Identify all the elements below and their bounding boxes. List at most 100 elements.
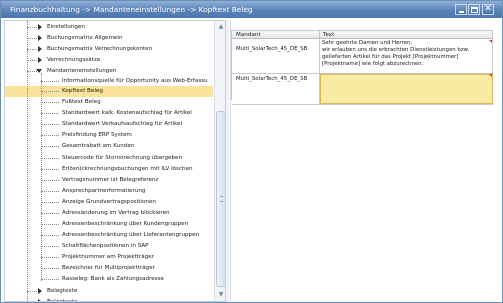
minimize-icon [459,11,464,13]
tree-connector [41,191,59,192]
tree-connector [41,124,59,125]
tree-item[interactable]: Buchungsmatrix Verrechnungskonten [5,44,213,55]
column-header-mandant[interactable]: Mandant [236,32,261,39]
tree-item[interactable]: Erlösrückrechnungsbuchungen mit ILV lösc… [5,164,213,175]
scroll-up-icon[interactable]: ▲ [216,22,225,32]
collapsed-arrow-icon[interactable] [38,288,42,294]
tree-connector [41,268,59,269]
mandant-text-grid: Mandant Text Multi_SolarTech_45_DE_SB Se… [231,30,493,105]
tree-connector [41,135,59,136]
required-marker-icon [489,74,492,77]
scroll-thumb[interactable] [216,111,225,287]
tree-item-label: Buchungsmatrix Verrechnungskonten [47,46,153,52]
tree-item[interactable]: Standardwert kalk. Kostenaufschlag für A… [5,108,213,119]
tree-connector [41,224,59,225]
tree-item[interactable]: Projektnummer am Projektträger [5,252,213,263]
tree-connector [41,180,59,181]
tree-item[interactable]: Kopftext Beleg [5,86,213,97]
maximize-icon [471,7,478,13]
tree-item-label: Belegtexte [47,288,78,294]
required-marker-icon [489,40,492,43]
tree-connector [27,291,37,292]
row-1-text-line: wir erlauben uns die erbrachten Dienstle… [322,47,470,53]
tree-connector [41,158,59,159]
tree-item-label: Steuercode für Stornorechnung übergeben [62,155,183,161]
tree-item[interactable]: Verrechnungssätze [5,55,213,66]
tree-item-label: Standardwert kalk. Kostenaufschlag für A… [62,110,192,116]
tree-item[interactable]: Preisfindung ERP System [5,130,213,141]
column-header-text[interactable]: Text [323,32,334,39]
collapsed-arrow-icon[interactable] [38,46,42,52]
scroll-down-icon[interactable]: ▼ [216,290,225,300]
tree-item-label: Gesamtrabatt am Kunden [62,143,135,149]
collapsed-arrow-icon[interactable] [38,299,42,301]
tree-connector [41,102,59,103]
tree-item[interactable]: Steuercode für Stornorechnung übergeben [5,153,213,164]
main-window: Finanzbuchhaltung -> Mandanteneinstellun… [0,0,503,303]
tree-item-label: Informationsquelle für Opportunity aus W… [62,78,208,84]
tree-item[interactable]: Ansprechpartnerformatierung [5,186,213,197]
pane-splitter[interactable] [226,20,229,302]
tree-item-label: Schaltflächenpositionen in SAP [62,243,149,249]
row-2-mandant[interactable]: Multi_SolarTech_45_DE_SB [236,76,307,83]
tree-connector [41,246,59,247]
row-2-text-editor[interactable] [320,74,493,104]
row-1-text-line: [Projektname] wie folgt abzurechnen: [322,61,424,67]
row-1-mandant[interactable]: Multi_SolarTech_45_DE_SB [236,46,307,53]
tree-item[interactable]: Adressenbeschränkung über Kundengruppen [5,219,213,230]
tree-item-label: Adressenbeschränkung über Lieferantengru… [62,232,200,238]
tree-item[interactable]: Standardwert Verkaufsaufschlag für Artik… [5,119,213,130]
grip-icon [220,196,223,202]
tree-item[interactable]: Adressänderung im Vertrag blockieren [5,208,213,219]
tree-item[interactable]: Gesamtrabatt am Kunden [5,141,213,152]
tree-item-label: Anzeige Grundvertragspositionen [62,199,156,205]
tree-item-label: Erlösrückrechnungsbuchungen mit ILV lösc… [62,166,193,172]
tree-item-label: Standardwert Verkaufsaufschlag für Artik… [62,121,183,127]
tree-connector [41,169,59,170]
collapsed-arrow-icon[interactable] [38,24,42,30]
row-1-text[interactable]: Sehr geehrte Damen und Herren, wir erlau… [322,40,491,73]
tree-item[interactable]: Belegtexte [5,286,213,297]
tree-guide-line [41,73,42,281]
tree-item-label: Ansprechpartnerformatierung [62,188,146,194]
tree-connector [41,213,59,214]
tree-item[interactable]: Fußtext Beleg [5,97,213,108]
window-title: Finanzbuchhaltung -> Mandanteneinstellun… [10,5,253,14]
tree-connector [27,60,37,61]
tree-guide-line [27,21,28,301]
tree-item-label: Kopftext Beleg [62,88,103,94]
tree-item-label: Preisfindung ERP System [62,132,132,138]
tree-item-label: Adressänderung im Vertrag blockieren [62,210,170,216]
row-1-text-line: Sehr geehrte Damen und Herren, [322,40,413,46]
tree-connector [41,257,59,258]
close-icon: ✕ [484,4,492,14]
tree-connector [27,49,37,50]
tree-item-label: Rasseleg: Bank als Zahlungsadresse [62,276,164,282]
tree-item[interactable]: Belegtexte [5,297,213,302]
tree-item-label: Buchungsmatrix Allgemein [47,35,123,41]
title-bar[interactable]: Finanzbuchhaltung -> Mandanteneinstellun… [1,1,502,18]
tree-item[interactable]: Buchungsmatrix Allgemein [5,33,213,44]
tree-item[interactable]: Vertragsnummer ist Belegreferenz [5,175,213,186]
row-1-text-line: gelieferten Artikel für das Projekt [Pro… [322,54,459,60]
tree-item-label: Verrechnungssätze [47,57,101,63]
tree-item[interactable]: Anzeige Grundvertragspositionen [5,197,213,208]
tree-item[interactable]: Adressenbeschränkung über Lieferantengru… [5,230,213,241]
tree-item[interactable]: Bezeichner für Multiprojektträger [5,263,213,274]
collapsed-arrow-icon[interactable] [38,35,42,41]
maximize-button[interactable] [468,4,480,15]
tree-item[interactable]: Schaltflächenpositionen in SAP [5,241,213,252]
collapsed-arrow-icon[interactable] [38,57,42,63]
tree-connector [41,81,59,82]
tree-scrollbar[interactable]: ▲ ▼ [214,21,225,301]
tree-item-label: Einstellungen [47,24,85,30]
tree-item-label: Belegtexte [47,299,78,302]
tree-item[interactable]: Einstellungen [5,22,213,33]
tree-item-label: Bezeichner für Multiprojektträger [62,265,155,271]
tree-connector [41,113,59,114]
close-button[interactable]: ✕ [482,4,494,15]
tree-connector [27,27,37,28]
tree-item[interactable]: Rasseleg: Bank als Zahlungsadresse [5,274,213,285]
minimize-button[interactable] [455,4,467,15]
tree-connector [27,38,37,39]
